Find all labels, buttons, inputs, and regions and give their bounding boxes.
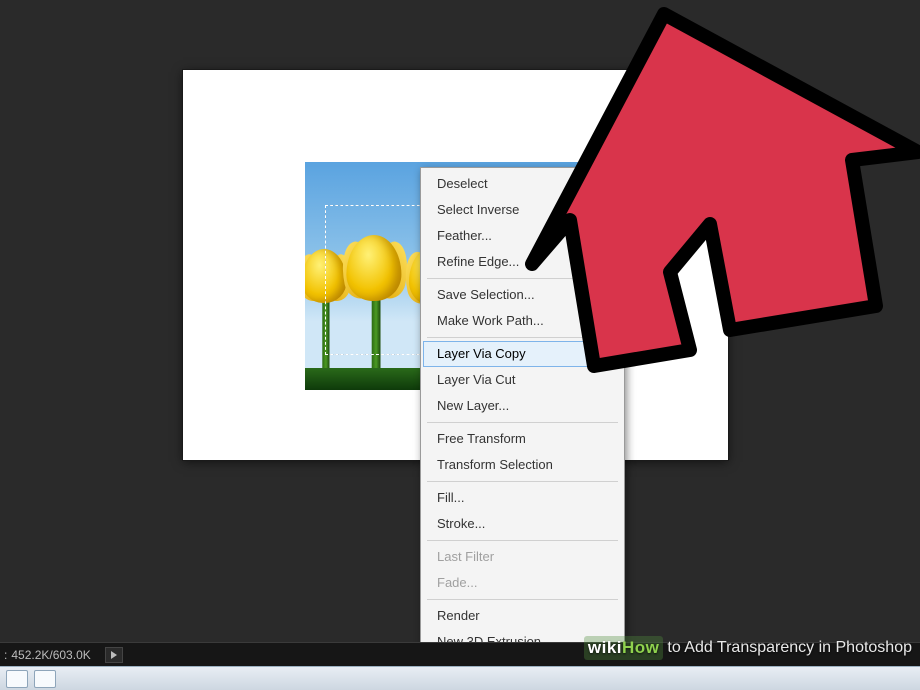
menu-separator: [427, 481, 618, 482]
menu-item-fade: Fade...: [423, 570, 622, 596]
wikihow-logo-how: How: [622, 638, 659, 658]
menu-item-transform-selection[interactable]: Transform Selection: [423, 452, 622, 478]
wikihow-watermark: wikiHow to Add Transparency in Photoshop: [584, 636, 912, 660]
wikihow-logo-wiki: wiki: [588, 638, 622, 658]
menu-item-stroke[interactable]: Stroke...: [423, 511, 622, 537]
selection-context-menu[interactable]: DeselectSelect InverseFeather...Refine E…: [420, 167, 625, 659]
menu-item-new-layer[interactable]: New Layer...: [423, 393, 622, 419]
menu-item-layer-via-copy[interactable]: Layer Via Copy: [423, 341, 622, 367]
status-flyout-button[interactable]: [105, 647, 123, 663]
menu-item-free-transform[interactable]: Free Transform: [423, 426, 622, 452]
windows-taskbar: [0, 666, 920, 690]
status-prefix: :: [4, 648, 7, 662]
article-title: to Add Transparency in Photoshop: [667, 639, 912, 657]
menu-item-select-inverse[interactable]: Select Inverse: [423, 197, 622, 223]
menu-item-render[interactable]: Render: [423, 603, 622, 629]
menu-item-fill[interactable]: Fill...: [423, 485, 622, 511]
document-size-info: 452.2K/603.0K: [11, 648, 90, 662]
menu-item-deselect[interactable]: Deselect: [423, 171, 622, 197]
menu-item-last-filter: Last Filter: [423, 544, 622, 570]
menu-separator: [427, 422, 618, 423]
menu-item-refine-edge[interactable]: Refine Edge...: [423, 249, 622, 275]
menu-item-make-work-path[interactable]: Make Work Path...: [423, 308, 622, 334]
wikihow-logo: wikiHow: [584, 636, 664, 660]
taskbar-item[interactable]: [6, 670, 28, 688]
menu-item-feather[interactable]: Feather...: [423, 223, 622, 249]
taskbar-item[interactable]: [34, 670, 56, 688]
menu-separator: [427, 540, 618, 541]
menu-separator: [427, 278, 618, 279]
menu-item-save-selection[interactable]: Save Selection...: [423, 282, 622, 308]
photoshop-workspace: DeselectSelect InverseFeather...Refine E…: [0, 0, 920, 642]
menu-item-layer-via-cut[interactable]: Layer Via Cut: [423, 367, 622, 393]
menu-separator: [427, 599, 618, 600]
rectangular-marquee-selection[interactable]: [325, 205, 435, 355]
menu-separator: [427, 337, 618, 338]
